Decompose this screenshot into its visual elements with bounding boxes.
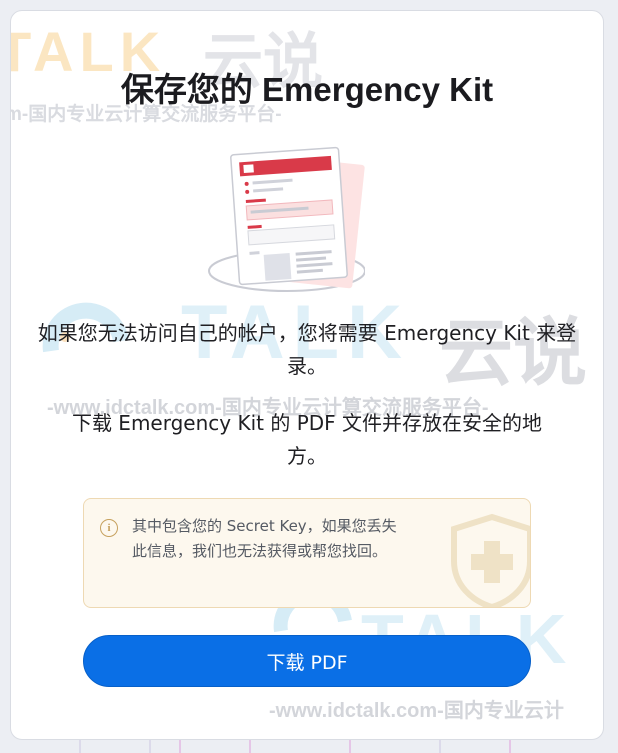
notice-text: 其中包含您的 Secret Key，如果您丢失此信息，我们也无法获得或帮您找回。	[132, 517, 397, 560]
dialog-title: 保存您的 Emergency Kit	[120, 71, 494, 108]
access-info-text: 如果您无法访问自己的帐户，您将需要 Emergency Kit 来登录。	[37, 321, 577, 378]
emergency-kit-dialog: TALK 云说 m-国内专业云计算交流服务平台- TALK 云说 -www.id…	[10, 10, 604, 740]
info-icon: i	[100, 519, 118, 537]
secret-key-notice: i 其中包含您的 Secret Key，如果您丢失此信息，我们也无法获得或帮您找…	[83, 498, 531, 608]
watermark-slogan-bottom: -www.idctalk.com-国内专业云计	[269, 700, 564, 722]
download-pdf-button[interactable]: 下载 PDF	[83, 635, 531, 687]
download-instruction-text: 下载 Emergency Kit 的 PDF 文件并存放在安全的地方。	[71, 411, 543, 468]
shield-plus-icon	[451, 513, 530, 607]
emergency-kit-illustration	[208, 146, 365, 292]
